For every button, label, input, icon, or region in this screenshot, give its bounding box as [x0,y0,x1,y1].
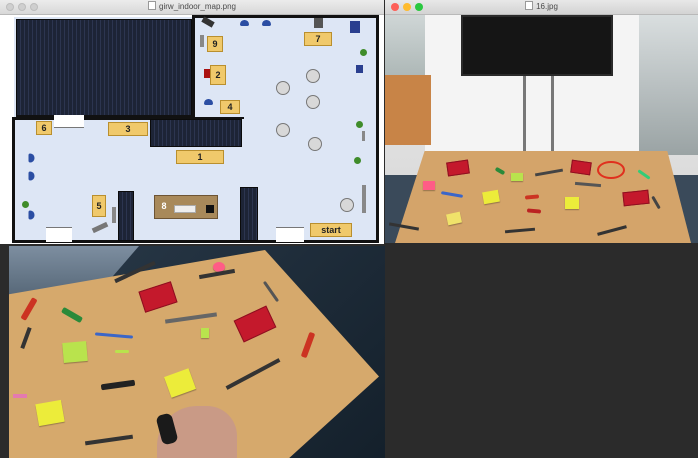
inner-wall-top-left [12,117,54,120]
outer-wall-left [12,117,15,243]
sticky-note [35,399,65,427]
start-label: start [310,223,352,237]
indoor-map: 1 2 3 4 5 6 7 8 9 start [0,15,384,244]
monitor-icon [206,205,214,213]
keyboard-icon [174,205,196,213]
location-label-1: 1 [176,150,224,164]
door-bottom-right [276,227,304,242]
storage-area-top-left [16,19,192,117]
location-label-4: 4 [220,100,240,114]
camera-view [9,246,385,458]
notebook [570,159,592,176]
pen [115,350,129,353]
plant-icon [354,157,361,164]
scissors-pink [13,394,27,398]
device-icon [356,65,363,73]
empty-desktop-area [385,244,698,458]
sticky-note [565,197,579,209]
table-photo-front [385,15,698,243]
map-window[interactable]: girw_indoor_map.png 1 2 3 4 5 6 7 8 9 st… [0,0,384,244]
bench-icon [200,35,204,47]
map-window-titlebar[interactable]: girw_indoor_map.png [0,0,384,15]
device-icon [314,18,323,28]
file-icon [148,1,157,10]
round-table [340,198,354,212]
tv-screen [461,15,613,76]
plant-icon [356,121,363,128]
shelf-middle [150,119,242,147]
plant-icon [360,49,367,56]
table-photo-top-down [9,246,385,458]
map-window-title: girw_indoor_map.png [0,1,384,13]
bench-icon [112,207,116,223]
sticky-note [201,328,209,338]
outer-wall-right [376,15,379,243]
round-table [276,81,290,95]
printer-icon [350,21,360,33]
location-label-2: 2 [210,65,226,85]
chair-icon [240,20,249,26]
file-icon [525,1,534,10]
photo-window[interactable]: 16.jpg [385,0,698,243]
location-label-8: 8 [161,201,167,211]
location-label-6: 6 [36,121,52,135]
outer-wall-top [192,15,378,18]
photo-image [385,15,698,243]
target-highlight [597,161,625,179]
inner-wall-vertical [192,15,195,119]
window-right [639,15,698,155]
round-table [306,95,320,109]
sticky-note [62,340,88,364]
round-table [276,123,290,137]
photo-window-title: 16.jpg [385,1,698,13]
round-table [308,137,322,151]
sticky-note [423,181,435,190]
sticky-note [511,173,523,181]
round-table [306,69,320,83]
door-bottom-left [46,227,72,242]
location-label-5: 5 [92,195,106,217]
tv-stand [551,76,554,156]
bench-icon [362,185,366,213]
plant-icon [22,201,29,208]
bench-icon [362,131,365,141]
location-label-9: 9 [207,36,223,52]
chair-icon [262,20,271,26]
shelf-bottom-left [118,191,134,241]
map-image: 1 2 3 4 5 6 7 8 9 start [0,15,384,244]
door-inner [54,115,84,128]
notebook [622,189,650,207]
shelf-bottom-right [240,187,258,241]
tv-stand [523,76,526,156]
location-label-7: 7 [304,32,332,46]
chair-icon [204,99,213,105]
cabinet [385,75,431,145]
photo-window-titlebar[interactable]: 16.jpg [385,0,698,15]
location-label-3: 3 [108,122,148,136]
